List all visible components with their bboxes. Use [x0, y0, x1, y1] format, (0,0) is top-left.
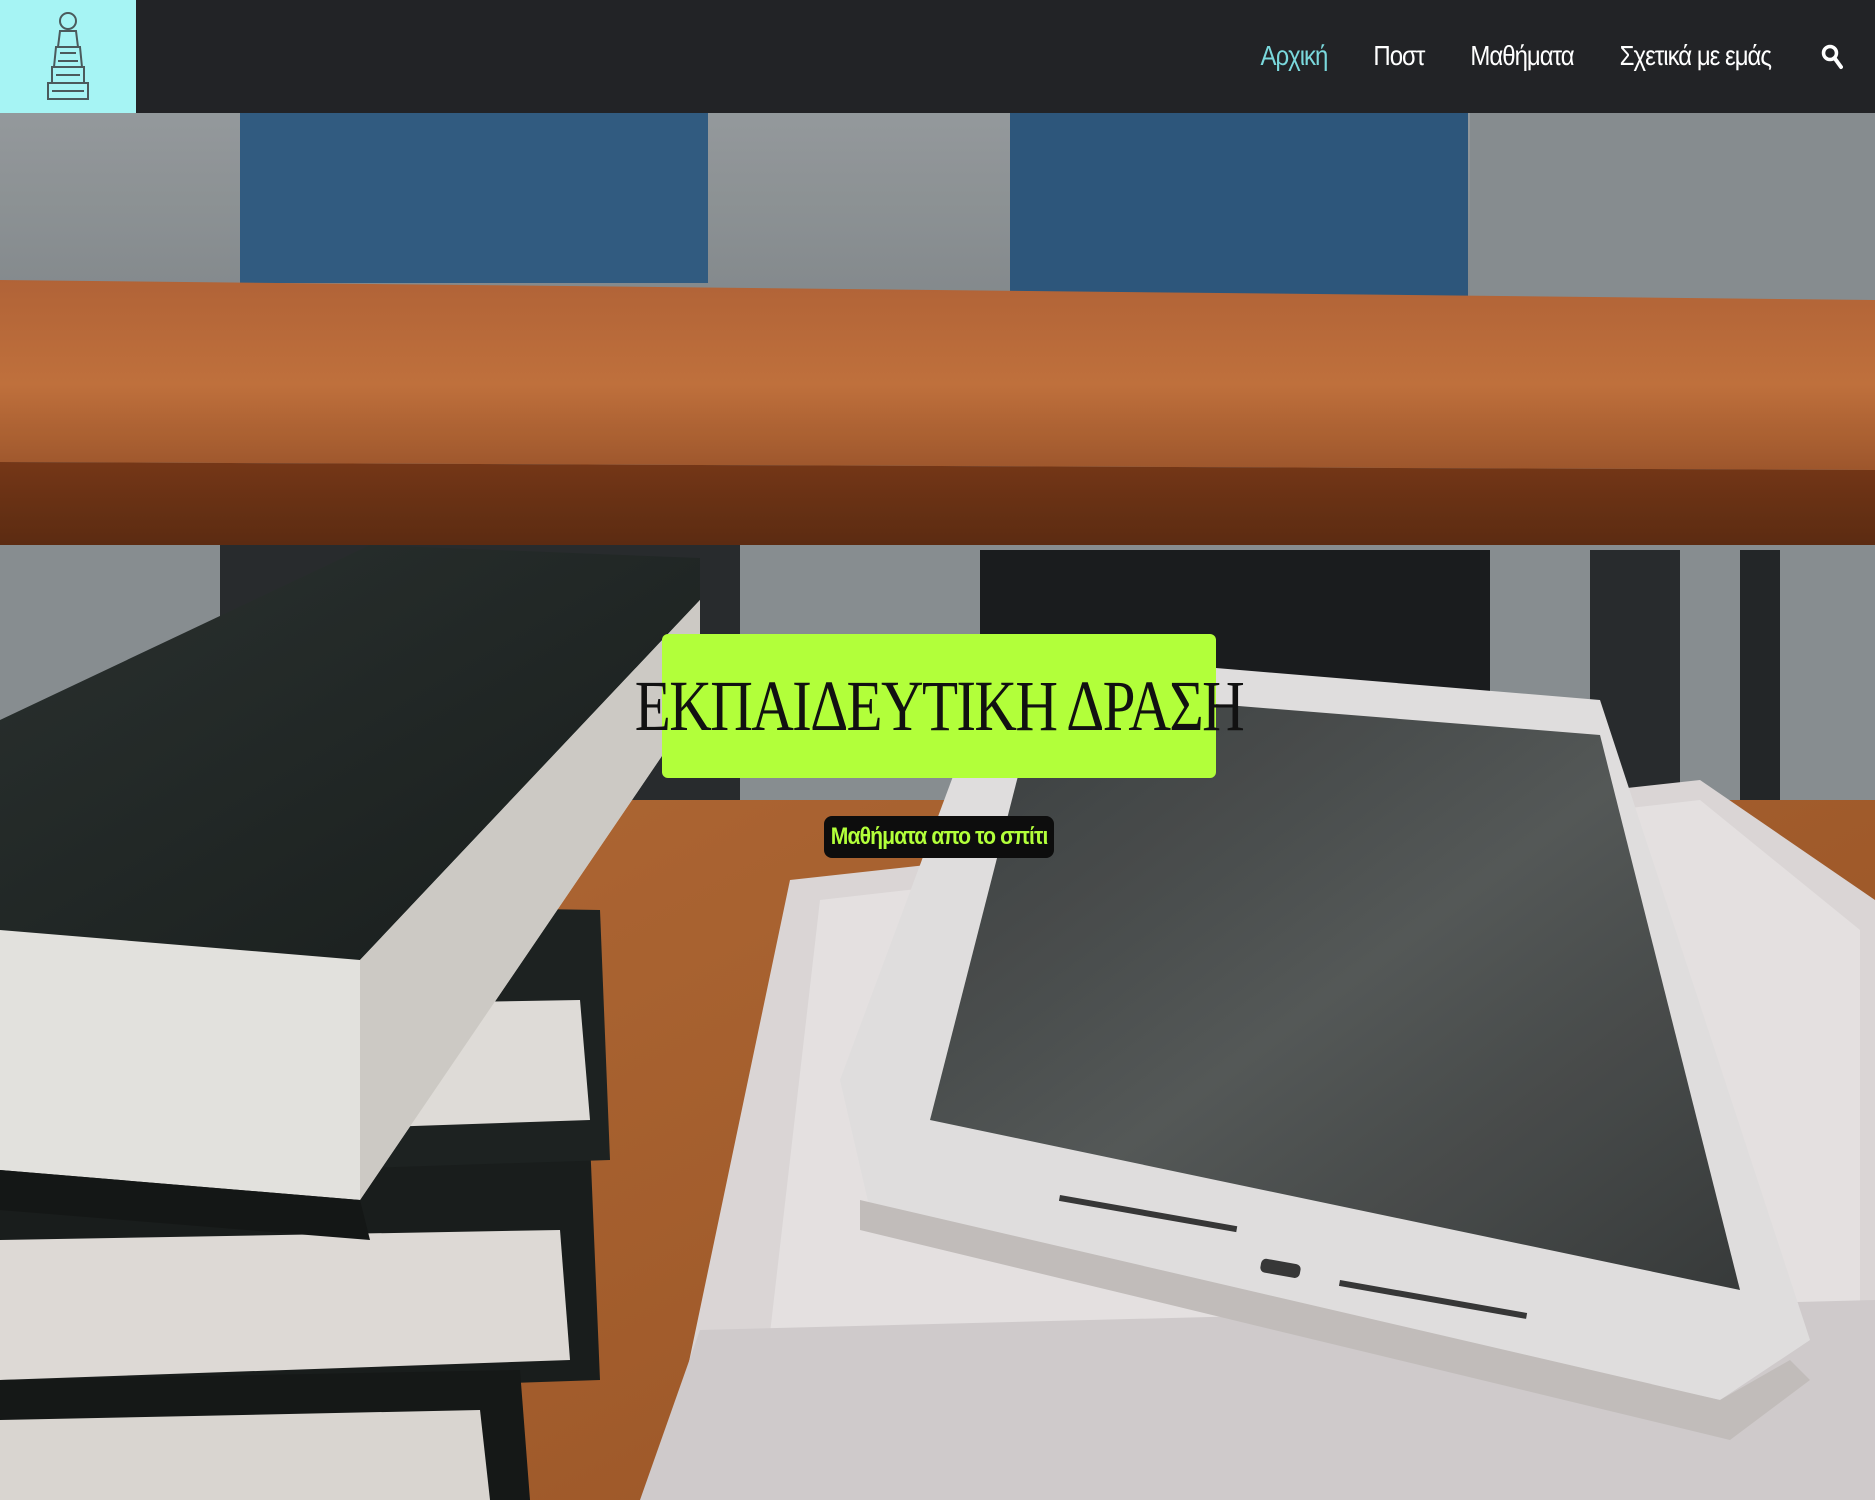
nav-item-about[interactable]: Σχετικά με εμάς: [1620, 40, 1772, 72]
search-icon: [1821, 44, 1843, 69]
nav-item-lessons[interactable]: Μαθήματα: [1470, 40, 1574, 72]
main-nav: Αρχική Ποστ Μαθήματα Σχετικά με εμάς: [1260, 0, 1875, 113]
hero-subtitle-badge: Μαθήματα απο το σπίτι: [824, 816, 1054, 858]
hero-subtitle: Μαθήματα απο το σπίτι: [830, 823, 1049, 850]
hero-title: ΕΚΠΑΙΔΕΥΤΙΚΗ ΔΡΑΣΗ: [634, 665, 1245, 746]
hero-overlay: [0, 113, 1875, 1500]
hero-title-badge: ΕΚΠΑΙΔΕΥΤΙΚΗ ΔΡΑΣΗ: [635, 634, 1245, 778]
nav-item-posts[interactable]: Ποστ: [1373, 40, 1425, 72]
site-logo[interactable]: [0, 0, 136, 113]
top-navigation-bar: Αρχική Ποστ Μαθήματα Σχετικά με εμάς: [0, 0, 1875, 113]
hero-banner: [0, 113, 1875, 1500]
search-button[interactable]: [1817, 42, 1847, 72]
nav-item-home[interactable]: Αρχική: [1260, 40, 1328, 72]
statue-logo-icon: [47, 11, 89, 100]
